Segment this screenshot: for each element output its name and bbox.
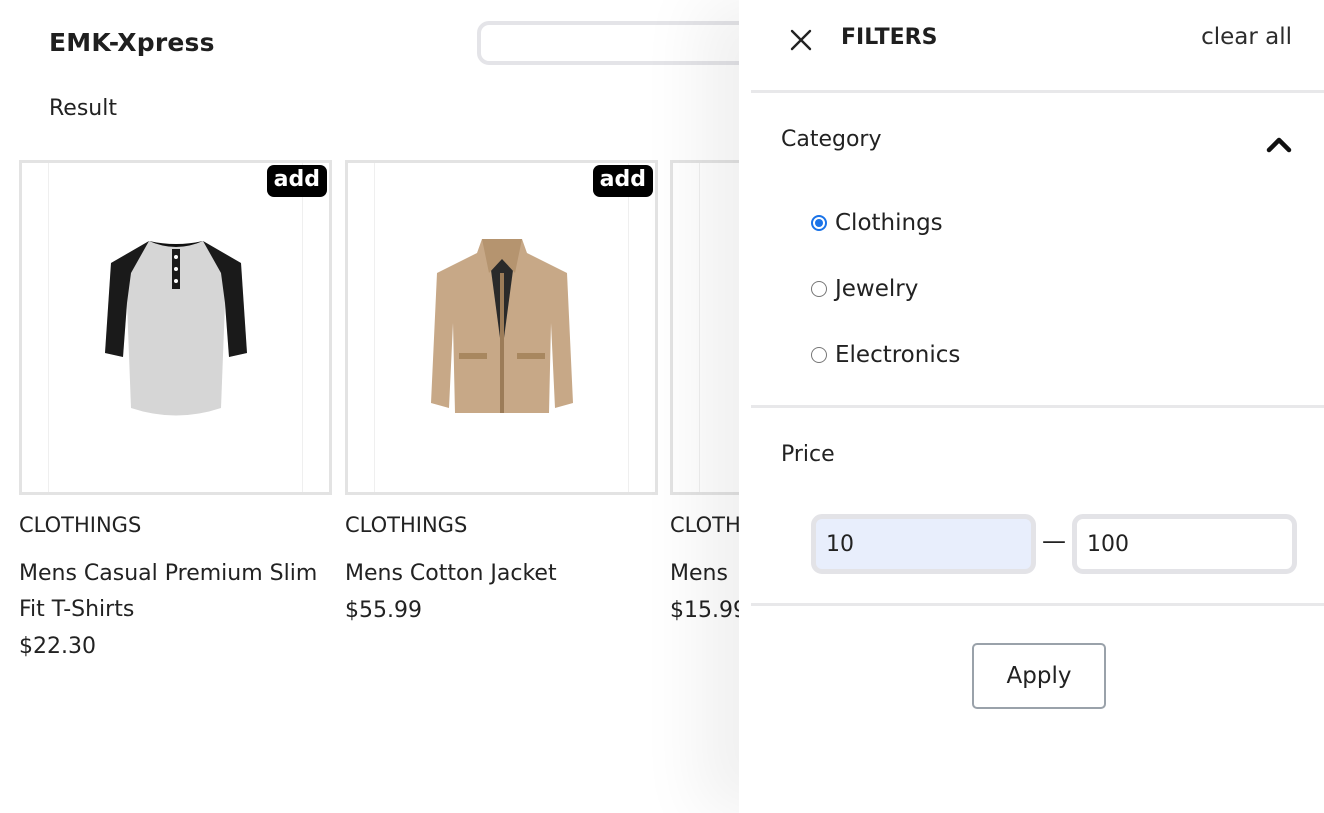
divider bbox=[751, 90, 1324, 93]
clear-all-link[interactable]: clear all bbox=[1201, 24, 1292, 50]
filters-panel: FILTERS clear all Category Clothings Jew… bbox=[739, 0, 1324, 813]
product-card[interactable]: add CLOTHINGS Mens Casual Premium Slim F… bbox=[19, 160, 332, 659]
category-section-label[interactable]: Category bbox=[781, 127, 882, 152]
radio-button[interactable] bbox=[811, 281, 827, 297]
search-input[interactable] bbox=[477, 21, 777, 65]
filters-title: FILTERS bbox=[841, 25, 938, 50]
apply-button[interactable]: Apply bbox=[972, 643, 1106, 709]
brand-logo[interactable]: EMK-Xpress bbox=[49, 28, 215, 57]
product-name[interactable]: Mens Cotton Jacket bbox=[345, 556, 658, 592]
add-to-cart-button[interactable]: add bbox=[592, 165, 653, 197]
price-section-label: Price bbox=[781, 442, 835, 467]
category-option-electronics[interactable]: Electronics bbox=[811, 342, 960, 368]
product-image-frame[interactable]: add bbox=[19, 160, 332, 495]
product-card[interactable]: add CLOTHINGS Mens Cotton Jacket $55.99 bbox=[345, 160, 658, 623]
category-option-jewelry[interactable]: Jewelry bbox=[811, 276, 918, 302]
cotton-jacket-image bbox=[430, 238, 573, 413]
product-price: $22.30 bbox=[19, 634, 96, 659]
price-separator: — bbox=[1042, 527, 1066, 555]
category-option-label: Electronics bbox=[835, 342, 961, 368]
product-image-frame[interactable]: add bbox=[345, 160, 658, 495]
product-category: CLOTHINGS bbox=[19, 513, 142, 537]
category-option-label: Jewelry bbox=[835, 276, 919, 302]
add-to-cart-button[interactable]: add bbox=[266, 165, 327, 197]
radio-button[interactable] bbox=[811, 347, 827, 363]
price-min-input[interactable] bbox=[811, 514, 1036, 574]
raglan-tshirt-image bbox=[104, 240, 247, 415]
price-max-input[interactable] bbox=[1072, 514, 1297, 574]
divider bbox=[751, 405, 1324, 408]
divider bbox=[751, 603, 1324, 606]
product-name[interactable]: Mens Casual Premium Slim Fit T-Shirts bbox=[19, 556, 332, 628]
category-option-label: Clothings bbox=[835, 210, 943, 236]
close-icon[interactable] bbox=[789, 28, 813, 52]
category-option-clothings[interactable]: Clothings bbox=[811, 210, 943, 236]
result-label: Result bbox=[49, 96, 117, 121]
radio-button[interactable] bbox=[811, 215, 827, 231]
product-price: $55.99 bbox=[345, 598, 422, 623]
chevron-up-icon[interactable] bbox=[1266, 134, 1292, 154]
product-category: CLOTHINGS bbox=[345, 513, 468, 537]
